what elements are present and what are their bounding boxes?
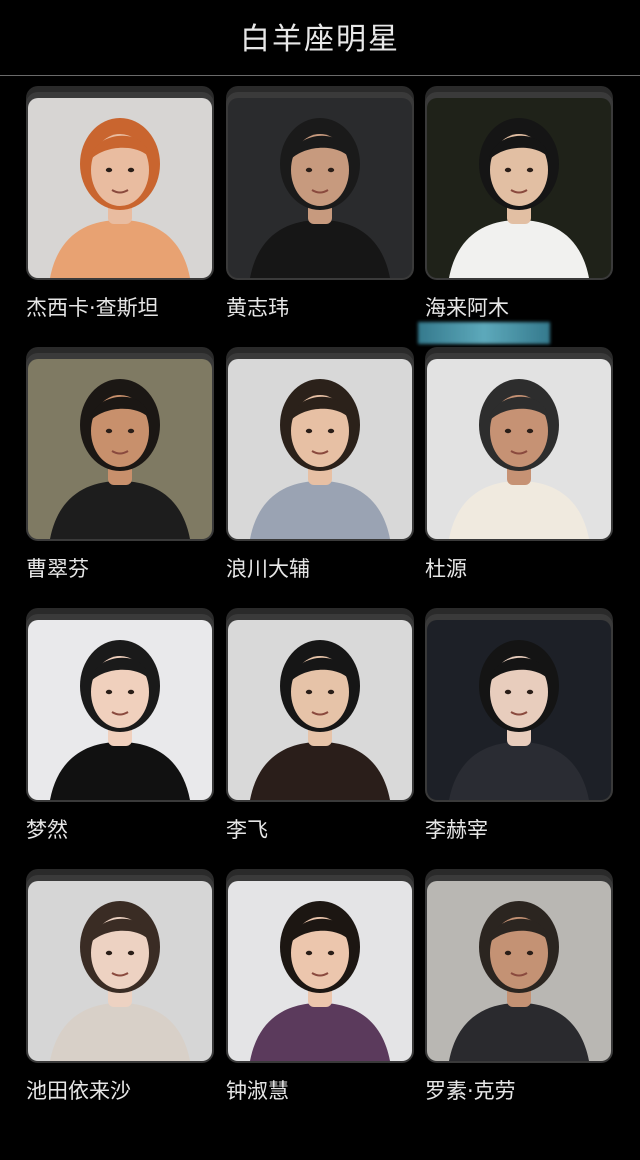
eye-left [105,689,113,695]
celebrity-card[interactable]: 罗素·克劳 [425,867,613,1107]
celebrity-name[interactable]: 杰西卡·查斯坦 [26,292,246,322]
person-photo-art [228,881,412,1061]
eye-left [305,950,313,956]
person-photo[interactable] [228,98,412,278]
eye-right [327,428,335,434]
celebrity-card[interactable]: 黄志玮 [226,84,414,324]
eye-left [105,950,113,956]
eye-right [127,428,135,434]
eye-right [127,689,135,695]
celebrity-name[interactable]: 池田依来沙 [26,1075,246,1105]
celebrity-card[interactable]: 曹翠芬 [26,345,214,585]
person-photo-art [228,359,412,539]
eye-right [526,167,534,173]
eye-right [327,950,335,956]
person-photo[interactable] [427,620,611,800]
celebrity-name[interactable]: 梦然 [26,814,246,844]
celebrity-card[interactable]: 李赫宰 [425,606,613,846]
celebrity-name[interactable]: 海来阿木 [425,292,640,322]
celebrity-name[interactable]: 罗素·克劳 [425,1075,640,1105]
celebrity-name[interactable]: 李赫宰 [425,814,640,844]
celebrity-name[interactable]: 杜源 [425,553,640,583]
eye-left [504,167,512,173]
celebrity-card[interactable]: 梦然 [26,606,214,846]
celebrity-card[interactable]: 池田依来沙 [26,867,214,1107]
person-photo[interactable] [28,620,212,800]
eye-left [504,950,512,956]
person-photo-art [228,98,412,278]
person-photo-art [427,881,611,1061]
person-photo-art [28,359,212,539]
eye-left [504,689,512,695]
celebrity-card[interactable]: 杜源 [425,345,613,585]
eye-left [305,167,313,173]
bottom-bar [0,1150,640,1160]
person-photo[interactable] [427,881,611,1061]
eye-right [526,950,534,956]
celebrity-card[interactable]: 杰西卡·查斯坦 [26,84,214,324]
celebrity-card[interactable]: 李飞 [226,606,414,846]
person-photo[interactable] [228,881,412,1061]
person-photo-art [427,620,611,800]
eye-left [105,428,113,434]
person-photo-art [427,359,611,539]
person-photo[interactable] [228,359,412,539]
header-divider [0,75,640,76]
eye-right [327,167,335,173]
person-photo[interactable] [228,620,412,800]
eye-right [526,428,534,434]
person-photo[interactable] [28,359,212,539]
person-photo-art [28,98,212,278]
celebrity-name[interactable]: 李飞 [226,814,446,844]
eye-left [305,689,313,695]
person-photo-art [427,98,611,278]
person-photo-art [28,620,212,800]
eye-left [105,167,113,173]
celebrity-name[interactable]: 浪川大辅 [226,553,446,583]
person-photo-art [28,881,212,1061]
celebrity-card[interactable]: 海来阿木 [425,84,613,324]
redaction-blur [418,322,550,344]
eye-right [327,689,335,695]
eye-left [504,428,512,434]
person-photo[interactable] [28,98,212,278]
celebrity-card[interactable]: 钟淑慧 [226,867,414,1107]
celebrity-card[interactable]: 浪川大辅 [226,345,414,585]
person-photo[interactable] [427,359,611,539]
celebrity-name[interactable]: 曹翠芬 [26,553,246,583]
eye-right [526,689,534,695]
eye-left [305,428,313,434]
eye-right [127,950,135,956]
celebrity-name[interactable]: 黄志玮 [226,292,446,322]
celebrity-name[interactable]: 钟淑慧 [226,1075,446,1105]
person-photo[interactable] [427,98,611,278]
page-title: 白羊座明星 [240,22,400,57]
eye-right [127,167,135,173]
person-photo-art [228,620,412,800]
header: 白羊座明星 [0,0,640,76]
person-photo[interactable] [28,881,212,1061]
